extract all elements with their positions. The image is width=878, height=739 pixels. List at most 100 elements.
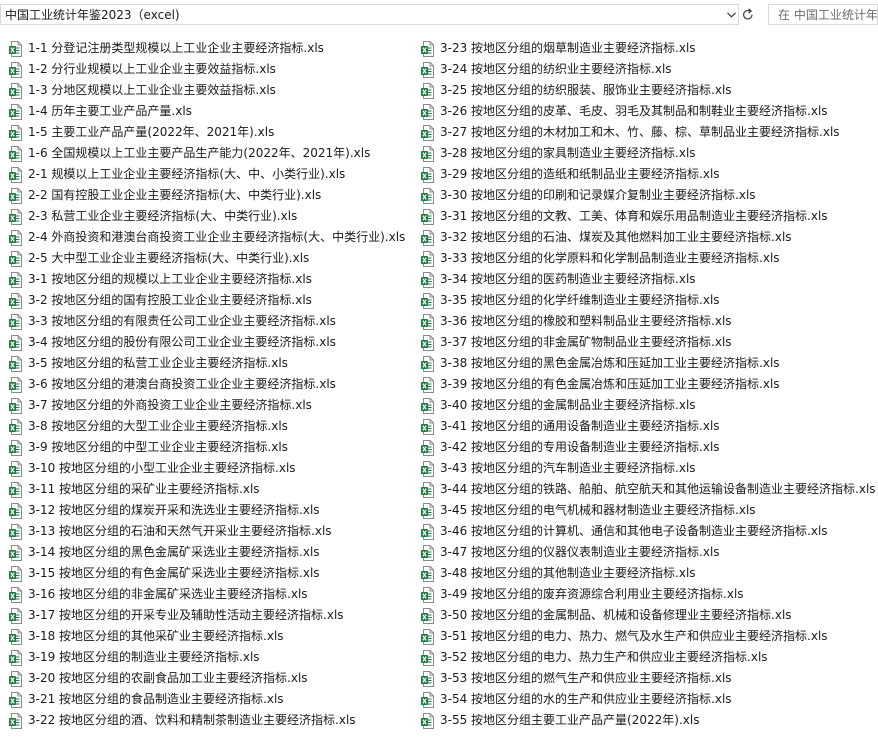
file-item[interactable]: 1-6 全国规模以上工业主要产品生产能力(2022年、2021年).xls bbox=[9, 143, 405, 164]
file-item[interactable]: 3-1 按地区分组的规模以上工业企业主要经济指标.xls bbox=[9, 269, 405, 290]
file-item[interactable]: 3-9 按地区分组的中型工业企业主要经济指标.xls bbox=[9, 437, 405, 458]
file-item[interactable]: 3-19 按地区分组的制造业主要经济指标.xls bbox=[9, 647, 405, 668]
file-item[interactable]: 3-8 按地区分组的大型工业企业主要经济指标.xls bbox=[9, 416, 405, 437]
file-item[interactable]: 3-12 按地区分组的煤炭开采和洗选业主要经济指标.xls bbox=[9, 500, 405, 521]
file-item[interactable]: 3-55 按地区分组主要工业产品产量(2022年).xls bbox=[421, 710, 876, 731]
file-item[interactable]: 3-52 按地区分组的电力、热力生产和供应业主要经济指标.xls bbox=[421, 647, 876, 668]
file-item[interactable]: 3-32 按地区分组的石油、煤炭及其他燃料加工业主要经济指标.xls bbox=[421, 227, 876, 248]
file-item[interactable]: 3-29 按地区分组的造纸和纸制品业主要经济指标.xls bbox=[421, 164, 876, 185]
file-item[interactable]: 3-14 按地区分组的黑色金属矿采选业主要经济指标.xls bbox=[9, 542, 405, 563]
file-item[interactable]: 2-4 外商投资和港澳台商投资工业企业主要经济指标(大、中类行业).xls bbox=[9, 227, 405, 248]
address-bar[interactable]: 中国工业统计年鉴2023（excel) bbox=[0, 4, 739, 25]
file-name: 3-29 按地区分组的造纸和纸制品业主要经济指标.xls bbox=[440, 167, 720, 181]
file-name: 3-48 按地区分组的其他制造业主要经济指标.xls bbox=[440, 566, 696, 580]
file-item[interactable]: 3-46 按地区分组的计算机、通信和其他电子设备制造业主要经济指标.xls bbox=[421, 521, 876, 542]
excel-file-icon bbox=[421, 187, 434, 204]
file-item[interactable]: 2-5 大中型工业企业主要经济指标(大、中类行业).xls bbox=[9, 248, 405, 269]
file-item[interactable]: 3-47 按地区分组的仪器仪表制造业主要经济指标.xls bbox=[421, 542, 876, 563]
file-item[interactable]: 1-1 分登记注册类型规模以上工业企业主要经济指标.xls bbox=[9, 38, 405, 59]
excel-file-icon bbox=[9, 544, 22, 561]
file-item[interactable]: 3-10 按地区分组的小型工业企业主要经济指标.xls bbox=[9, 458, 405, 479]
excel-file-icon bbox=[421, 250, 434, 267]
file-item[interactable]: 3-49 按地区分组的废弃资源综合利用业主要经济指标.xls bbox=[421, 584, 876, 605]
file-item[interactable]: 3-3 按地区分组的有限责任公司工业企业主要经济指标.xls bbox=[9, 311, 405, 332]
excel-file-icon bbox=[9, 82, 22, 99]
file-item[interactable]: 3-45 按地区分组的电气机械和器材制造业主要经济指标.xls bbox=[421, 500, 876, 521]
address-path[interactable]: 中国工业统计年鉴2023（excel) bbox=[5, 6, 180, 24]
excel-file-icon bbox=[421, 313, 434, 330]
file-name: 3-18 按地区分组的其他采矿业主要经济指标.xls bbox=[28, 629, 284, 643]
file-name: 1-2 分行业规模以上工业企业主要效益指标.xls bbox=[28, 62, 276, 76]
file-name: 3-54 按地区分组的水的生产和供应业主要经济指标.xls bbox=[440, 692, 732, 706]
excel-file-icon bbox=[421, 40, 434, 57]
file-item[interactable]: 3-21 按地区分组的食品制造业主要经济指标.xls bbox=[9, 689, 405, 710]
file-item[interactable]: 2-2 国有控股工业企业主要经济指标(大、中类行业).xls bbox=[9, 185, 405, 206]
file-item[interactable]: 3-48 按地区分组的其他制造业主要经济指标.xls bbox=[421, 563, 876, 584]
file-name: 3-50 按地区分组的金属制品、机械和设备修理业主要经济指标.xls bbox=[440, 608, 792, 622]
file-item[interactable]: 3-50 按地区分组的金属制品、机械和设备修理业主要经济指标.xls bbox=[421, 605, 876, 626]
file-item[interactable]: 3-18 按地区分组的其他采矿业主要经济指标.xls bbox=[9, 626, 405, 647]
search-input[interactable]: 在 中国工业统计年 bbox=[768, 4, 878, 25]
file-item[interactable]: 3-35 按地区分组的化学纤维制造业主要经济指标.xls bbox=[421, 290, 876, 311]
file-item[interactable]: 3-41 按地区分组的通用设备制造业主要经济指标.xls bbox=[421, 416, 876, 437]
file-item[interactable]: 3-43 按地区分组的汽车制造业主要经济指标.xls bbox=[421, 458, 876, 479]
file-item[interactable]: 3-39 按地区分组的有色金属冶炼和压延加工业主要经济指标.xls bbox=[421, 374, 876, 395]
file-item[interactable]: 3-20 按地区分组的农副食品加工业主要经济指标.xls bbox=[9, 668, 405, 689]
file-item[interactable]: 2-3 私营工业企业主要经济指标(大、中类行业).xls bbox=[9, 206, 405, 227]
file-item[interactable]: 3-11 按地区分组的采矿业主要经济指标.xls bbox=[9, 479, 405, 500]
file-item[interactable]: 3-33 按地区分组的化学原料和化学制品制造业主要经济指标.xls bbox=[421, 248, 876, 269]
file-item[interactable]: 1-2 分行业规模以上工业企业主要效益指标.xls bbox=[9, 59, 405, 80]
file-item[interactable]: 3-16 按地区分组的非金属矿采选业主要经济指标.xls bbox=[9, 584, 405, 605]
refresh-icon[interactable] bbox=[740, 4, 756, 25]
excel-file-icon bbox=[421, 502, 434, 519]
file-item[interactable]: 3-37 按地区分组的非金属矿物制品业主要经济指标.xls bbox=[421, 332, 876, 353]
file-item[interactable]: 3-36 按地区分组的橡胶和塑料制品业主要经济指标.xls bbox=[421, 311, 876, 332]
file-name: 3-40 按地区分组的金属制品业主要经济指标.xls bbox=[440, 398, 696, 412]
file-item[interactable]: 3-51 按地区分组的电力、热力、燃气及水生产和供应业主要经济指标.xls bbox=[421, 626, 876, 647]
file-name: 3-39 按地区分组的有色金属冶炼和压延加工业主要经济指标.xls bbox=[440, 377, 780, 391]
file-item[interactable]: 3-2 按地区分组的国有控股工业企业主要经济指标.xls bbox=[9, 290, 405, 311]
excel-file-icon bbox=[9, 460, 22, 477]
excel-file-icon bbox=[421, 292, 434, 309]
file-item[interactable]: 3-23 按地区分组的烟草制造业主要经济指标.xls bbox=[421, 38, 876, 59]
file-item[interactable]: 3-25 按地区分组的纺织服装、服饰业主要经济指标.xls bbox=[421, 80, 876, 101]
file-name: 3-17 按地区分组的开采专业及辅助性活动主要经济指标.xls bbox=[28, 608, 344, 622]
file-item[interactable]: 3-13 按地区分组的石油和天然气开采业主要经济指标.xls bbox=[9, 521, 405, 542]
excel-file-icon bbox=[9, 397, 22, 414]
file-item[interactable]: 3-44 按地区分组的铁路、船舶、航空航天和其他运输设备制造业主要经济指标.xl… bbox=[421, 479, 876, 500]
file-item[interactable]: 2-1 规模以上工业企业主要经济指标(大、中、小类行业).xls bbox=[9, 164, 405, 185]
file-item[interactable]: 1-5 主要工业产品产量(2022年、2021年).xls bbox=[9, 122, 405, 143]
file-item[interactable]: 3-53 按地区分组的燃气生产和供应业主要经济指标.xls bbox=[421, 668, 876, 689]
file-item[interactable]: 1-3 分地区规模以上工业企业主要效益指标.xls bbox=[9, 80, 405, 101]
file-item[interactable]: 3-27 按地区分组的木材加工和木、竹、藤、棕、草制品业主要经济指标.xls bbox=[421, 122, 876, 143]
file-item[interactable]: 3-38 按地区分组的黑色金属冶炼和压延加工业主要经济指标.xls bbox=[421, 353, 876, 374]
file-item[interactable]: 3-7 按地区分组的外商投资工业企业主要经济指标.xls bbox=[9, 395, 405, 416]
file-name: 3-11 按地区分组的采矿业主要经济指标.xls bbox=[28, 482, 260, 496]
file-name: 3-52 按地区分组的电力、热力生产和供应业主要经济指标.xls bbox=[440, 650, 768, 664]
file-item[interactable]: 3-17 按地区分组的开采专业及辅助性活动主要经济指标.xls bbox=[9, 605, 405, 626]
file-item[interactable]: 3-5 按地区分组的私营工业企业主要经济指标.xls bbox=[9, 353, 405, 374]
file-item[interactable]: 3-15 按地区分组的有色金属矿采选业主要经济指标.xls bbox=[9, 563, 405, 584]
file-name: 3-35 按地区分组的化学纤维制造业主要经济指标.xls bbox=[440, 293, 720, 307]
file-item[interactable]: 3-6 按地区分组的港澳台商投资工业企业主要经济指标.xls bbox=[9, 374, 405, 395]
file-item[interactable]: 3-31 按地区分组的文教、工美、体育和娱乐用品制造业主要经济指标.xls bbox=[421, 206, 876, 227]
file-item[interactable]: 3-4 按地区分组的股份有限公司工业企业主要经济指标.xls bbox=[9, 332, 405, 353]
file-name: 3-9 按地区分组的中型工业企业主要经济指标.xls bbox=[28, 440, 288, 454]
file-item[interactable]: 3-40 按地区分组的金属制品业主要经济指标.xls bbox=[421, 395, 876, 416]
file-item[interactable]: 3-22 按地区分组的酒、饮料和精制茶制造业主要经济指标.xls bbox=[9, 710, 405, 731]
chevron-down-icon[interactable] bbox=[724, 5, 739, 24]
file-item[interactable]: 3-24 按地区分组的纺织业主要经济指标.xls bbox=[421, 59, 876, 80]
excel-file-icon bbox=[9, 481, 22, 498]
file-item[interactable]: 3-54 按地区分组的水的生产和供应业主要经济指标.xls bbox=[421, 689, 876, 710]
file-item[interactable]: 3-26 按地区分组的皮革、毛皮、羽毛及其制品和制鞋业主要经济指标.xls bbox=[421, 101, 876, 122]
file-item[interactable]: 3-30 按地区分组的印刷和记录媒介复制业主要经济指标.xls bbox=[421, 185, 876, 206]
file-item[interactable]: 3-34 按地区分组的医药制造业主要经济指标.xls bbox=[421, 269, 876, 290]
file-item[interactable]: 1-4 历年主要工业产品产量.xls bbox=[9, 101, 405, 122]
file-name: 2-1 规模以上工业企业主要经济指标(大、中、小类行业).xls bbox=[28, 167, 346, 181]
excel-file-icon bbox=[421, 229, 434, 246]
excel-file-icon bbox=[9, 208, 22, 225]
file-item[interactable]: 3-42 按地区分组的专用设备制造业主要经济指标.xls bbox=[421, 437, 876, 458]
file-item[interactable]: 3-28 按地区分组的家具制造业主要经济指标.xls bbox=[421, 143, 876, 164]
file-name: 3-30 按地区分组的印刷和记录媒介复制业主要经济指标.xls bbox=[440, 188, 756, 202]
excel-file-icon bbox=[421, 208, 434, 225]
